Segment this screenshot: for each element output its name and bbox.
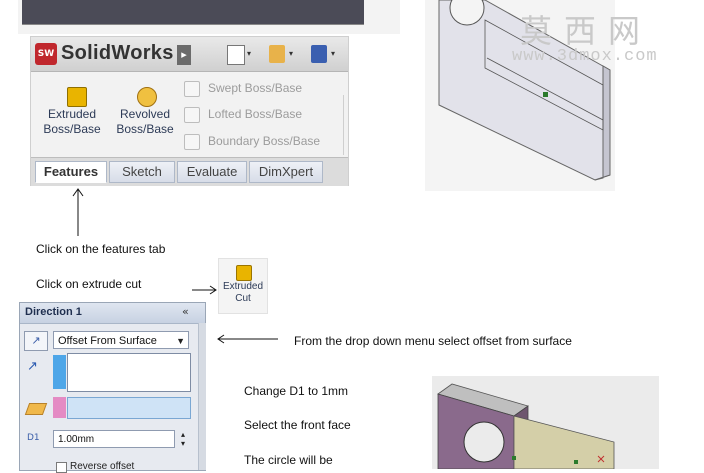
extruded-boss-icon [67,87,87,107]
boundary-boss-icon [184,134,200,150]
tab-dimxpert[interactable]: DimXpert [249,161,323,183]
extruded-boss-label: Extruded Boss/Base [43,107,101,136]
save-icon[interactable] [311,45,327,63]
extruded-cut-label: Extruded Cut [222,281,264,304]
spin-down-icon[interactable]: ▾ [177,439,189,448]
panel-scrollbar[interactable] [198,323,206,470]
menu-expand-arrow[interactable]: ▸ [177,45,191,65]
direction-arrow-icon: ↗ [27,359,38,374]
save-dropdown-caret[interactable]: ▾ [331,49,335,58]
instruction-select-face: Select the front face [244,418,351,432]
open-folder-icon[interactable] [269,45,285,63]
direction1-title: Direction 1 [25,306,82,318]
instruction-circle: The circle will be [244,453,333,467]
revolved-boss-icon [137,87,157,107]
direction1-header[interactable]: Direction 1 « [20,303,205,324]
instruction-change-d1: Change D1 to 1mm [244,384,349,398]
spin-up-icon[interactable]: ▴ [177,430,189,439]
ribbon-separator [343,95,344,155]
chevron-down-icon: ▼ [176,336,185,346]
lofted-boss-icon [184,107,200,123]
extruded-boss-button[interactable]: Extruded Boss/Base [37,83,101,139]
depth-spinner[interactable]: ▴ ▾ [177,430,189,448]
swept-boss-icon [184,81,200,97]
collapse-icon[interactable]: « [182,305,189,318]
direction1-panel: Direction 1 « ↗ Offset From Surface ▼ ↗ … [19,302,206,473]
reverse-offset-checkbox[interactable] [56,462,67,473]
graphics-viewport-strip [22,0,364,25]
extruded-cut-button[interactable]: Extruded Cut [218,258,268,314]
extruded-cut-icon [236,265,252,281]
face-selection-box[interactable] [67,397,191,419]
solidworks-brand: SolidWorks [61,42,174,64]
new-dropdown-caret[interactable]: ▾ [247,49,251,58]
depth-d1-input[interactable]: 1.00mm [53,430,175,448]
revolved-boss-label: Revolved Boss/Base [116,107,174,136]
solidworks-commandmanager: SW SolidWorks ▸ ▾ ▾ ▾ Extruded Boss/Base… [30,36,349,186]
commandmanager-tabs: Features Sketch Evaluate DimXpert [31,157,348,186]
open-dropdown-caret[interactable]: ▾ [289,49,293,58]
watermark-logo: 莫西网 [520,12,653,50]
direction-selection-box[interactable] [67,353,191,392]
end-condition-select[interactable]: Offset From Surface ▼ [53,331,189,349]
reverse-direction-button[interactable]: ↗ [24,331,48,351]
solidworks-titlebar: SW SolidWorks ▸ ▾ ▾ ▾ [31,37,348,72]
instruction-extrude-cut: Click on extrude cut [36,277,142,291]
depth-d1-icon: D1 [27,433,40,443]
swept-boss-button[interactable]: Swept Boss/Base [208,81,302,95]
boundary-boss-button[interactable]: Boundary Boss/Base [208,134,320,148]
end-condition-value: Offset From Surface [58,335,157,347]
direction-selection-swatch [53,355,66,389]
face-selection-swatch [53,397,66,418]
tab-sketch[interactable]: Sketch [109,161,175,183]
watermark-url: www.3dmox.com [512,47,658,66]
pointer-arrow-up [72,188,84,236]
instruction-features-tab: Click on the features tab [36,242,166,256]
revolved-boss-button[interactable]: Revolved Boss/Base [111,83,181,139]
pointer-arrow-left [217,334,278,344]
lofted-boss-button[interactable]: Lofted Boss/Base [208,107,302,121]
tab-features[interactable]: Features [35,161,107,183]
part-model-view-bottom [432,376,659,470]
solidworks-logo-icon: SW [35,43,57,65]
face-icon [24,403,48,415]
reverse-offset-label: Reverse offset [70,461,135,472]
tab-evaluate[interactable]: Evaluate [177,161,247,183]
plate-model-shaded [437,383,615,470]
pointer-arrow-right [192,285,217,295]
new-document-icon[interactable] [227,45,245,65]
instruction-dropdown: From the drop down menu select offset fr… [294,334,572,348]
